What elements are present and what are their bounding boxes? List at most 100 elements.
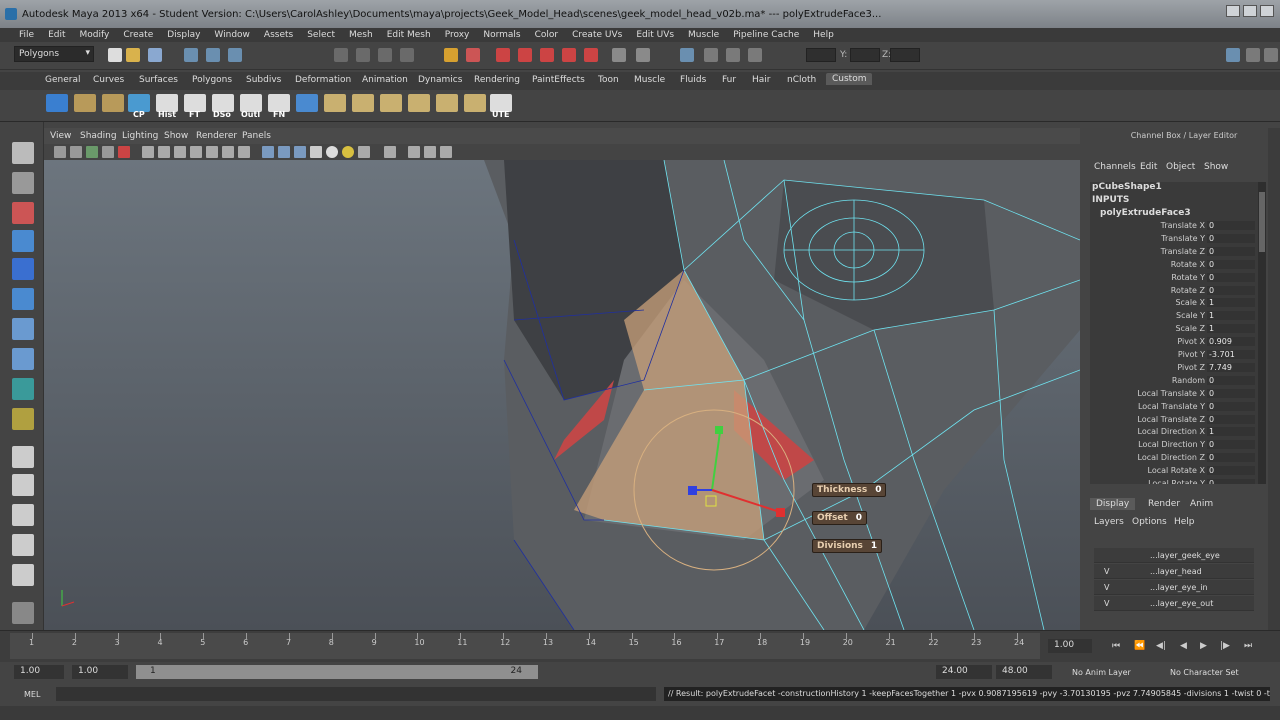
persp-outliner-layout-icon[interactable] [12, 504, 34, 526]
attribute-row[interactable]: Local Translate Y0 [1090, 401, 1260, 414]
input-node-name[interactable]: polyExtrudeFace3 [1100, 208, 1191, 218]
attribute-row[interactable]: Rotate Y0 [1090, 272, 1260, 285]
input-line-icon[interactable] [612, 48, 626, 62]
snap-plane-icon[interactable] [400, 48, 414, 62]
film-gate-icon[interactable] [158, 146, 170, 158]
close-button[interactable] [1260, 5, 1274, 17]
panel-menu-show[interactable]: Show [164, 131, 188, 141]
attribute-name[interactable]: Local Direction Y [1138, 440, 1205, 449]
menu-edit-mesh[interactable]: Edit Mesh [380, 28, 438, 42]
attribute-row[interactable]: Local Translate X0 [1090, 388, 1260, 401]
attribute-value[interactable]: 0 [1207, 479, 1255, 484]
split-polygon-icon[interactable] [324, 94, 346, 112]
layer-name[interactable]: ...layer_head [1150, 567, 1202, 576]
cb-menu-edit[interactable]: Edit [1140, 162, 1157, 172]
attribute-value[interactable]: 1 [1207, 311, 1255, 321]
universal-manipulator-icon[interactable] [12, 318, 34, 340]
single-perspective-layout-icon[interactable] [12, 446, 34, 468]
attribute-name[interactable]: Scale Z [1175, 324, 1205, 333]
snap-point-icon[interactable] [378, 48, 392, 62]
cb-menu-show[interactable]: Show [1204, 162, 1228, 172]
four-view-layout-icon[interactable] [12, 474, 34, 496]
shelf-tab-hair[interactable]: Hair [752, 75, 770, 85]
menu-edit-uvs[interactable]: Edit UVs [629, 28, 681, 42]
attribute-name[interactable]: Scale Y [1176, 311, 1205, 320]
maximize-button[interactable] [1243, 5, 1257, 17]
select-object-icon[interactable] [206, 48, 220, 62]
layer-tab-render[interactable]: Render [1142, 498, 1186, 510]
new-scene-icon[interactable] [108, 48, 122, 62]
attribute-value[interactable]: 0 [1207, 414, 1255, 424]
attribute-name[interactable]: Local Rotate Y [1148, 479, 1205, 484]
mirror-geometry-icon[interactable] [296, 94, 318, 112]
bevel-icon[interactable] [380, 94, 402, 112]
cb-menu-object[interactable]: Object [1166, 162, 1195, 172]
layer-name[interactable]: ...layer_eye_out [1150, 599, 1213, 608]
construction-history-icon[interactable] [466, 48, 480, 62]
menu-mesh[interactable]: Mesh [342, 28, 380, 42]
hypershade-layout-icon[interactable] [12, 564, 34, 586]
minimize-button[interactable] [1226, 5, 1240, 17]
lasso-tool-icon[interactable] [12, 172, 34, 194]
attribute-row[interactable]: Local Translate Z0 [1090, 414, 1260, 427]
menu-normals[interactable]: Normals [476, 28, 527, 42]
wireframe-on-shaded-icon[interactable] [294, 146, 306, 158]
playback-end-field[interactable]: 24.00 [936, 665, 992, 679]
animation-start-field[interactable]: 1.00 [14, 665, 64, 679]
absolute-transform-icon[interactable] [680, 48, 694, 62]
wireframe-icon[interactable] [262, 146, 274, 158]
attribute-value[interactable]: 0 [1207, 259, 1255, 269]
menu-display[interactable]: Display [160, 28, 207, 42]
x-field[interactable] [806, 48, 836, 62]
step-forward-frame-icon[interactable]: |▶ [1220, 641, 1230, 651]
toggle-channel-box-icon[interactable] [1264, 48, 1278, 62]
outliner-layout-icon[interactable] [12, 602, 34, 624]
shelf-tab-curves[interactable]: Curves [93, 75, 124, 85]
shelf-tab-ncloth[interactable]: nCloth [787, 75, 816, 85]
select-by-name-icon[interactable] [748, 48, 762, 62]
play-backward-icon[interactable]: ◀ [1180, 641, 1187, 651]
attribute-row[interactable]: Translate X0 [1090, 221, 1260, 233]
safe-title-icon[interactable] [238, 146, 250, 158]
attribute-value[interactable]: 7.749 [1207, 362, 1255, 372]
panel-menu-panels[interactable]: Panels [242, 131, 271, 141]
textured-icon[interactable] [310, 146, 322, 158]
menu-create[interactable]: Create [116, 28, 160, 42]
panel-menu-view[interactable]: View [50, 131, 71, 141]
attribute-value[interactable]: 1 [1207, 298, 1255, 308]
playback-start-field[interactable]: 1.00 [72, 665, 128, 679]
rename-icon[interactable] [726, 48, 740, 62]
layer-row[interactable]: V ...layer_eye_in [1094, 580, 1254, 595]
time-slider[interactable]: 1 2 3 4 5 6 7 8 9 10 11 12 13 14 15 16 17 18 19 20 21 22 23 24 … [0, 630, 1280, 662]
attribute-row[interactable]: Rotate X0 [1090, 259, 1260, 272]
isolate-select-icon[interactable] [384, 146, 396, 158]
select-component-icon[interactable] [228, 48, 242, 62]
attribute-value[interactable]: -3.701 [1207, 350, 1255, 359]
attribute-row[interactable]: Random 0 [1090, 375, 1260, 388]
combine-icon[interactable] [464, 94, 486, 112]
shelf-tab-animation[interactable]: Animation [362, 75, 408, 85]
shelf-tab-fur[interactable]: Fur [722, 75, 736, 85]
attribute-name[interactable]: Local Translate Y [1138, 402, 1205, 411]
toggle-tool-settings-icon[interactable] [1246, 48, 1260, 62]
command-input[interactable] [56, 687, 656, 701]
layer-row[interactable]: ...layer_geek_eye [1094, 548, 1254, 563]
manipulator-y-handle[interactable] [715, 426, 723, 434]
layer-visibility[interactable]: V [1104, 599, 1109, 608]
grid-icon[interactable] [142, 146, 154, 158]
relative-transform-icon[interactable] [704, 48, 718, 62]
shelf-tab-deformation[interactable]: Deformation [295, 75, 351, 85]
ipr-render-icon[interactable] [540, 48, 554, 62]
layer-menu-options[interactable]: Options [1132, 517, 1167, 527]
all-lights-icon[interactable] [326, 146, 338, 158]
attribute-value[interactable]: 0 [1207, 440, 1255, 450]
time-track[interactable]: 1 2 3 4 5 6 7 8 9 10 11 12 13 14 15 16 17 18 19 20 21 22 23 24 [10, 633, 1040, 659]
offset-hud[interactable]: Offset 0 [812, 511, 867, 525]
attribute-name[interactable]: Local Translate Z [1137, 415, 1205, 424]
backface-culling-icon[interactable] [440, 146, 452, 158]
shelf-tab-rendering[interactable]: Rendering [474, 75, 520, 85]
mel-language-toggle[interactable]: MEL [24, 690, 40, 699]
attribute-value[interactable]: 0 [1207, 233, 1255, 243]
go-to-start-icon[interactable]: ⏮ [1112, 641, 1120, 651]
go-to-end-icon[interactable]: ⏭ [1244, 641, 1252, 651]
